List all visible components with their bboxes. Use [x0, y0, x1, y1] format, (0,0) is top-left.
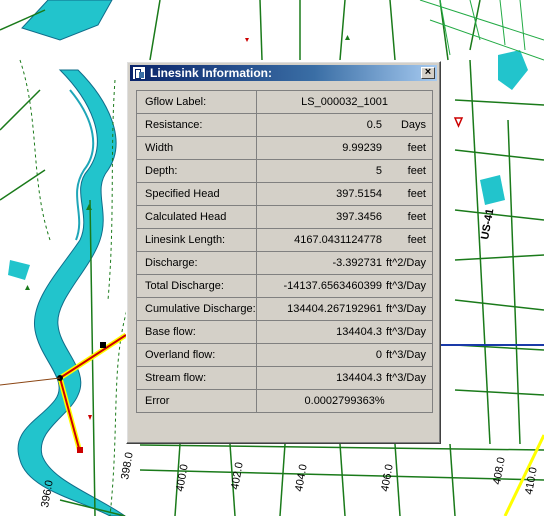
row-unit: feet — [407, 142, 426, 154]
row-value-cell: 397.3456 feet — [256, 205, 433, 229]
brown-line — [0, 377, 61, 386]
row-label: Cumulative Discharge: — [135, 297, 258, 321]
row-label: Error — [135, 389, 258, 413]
row-value-cell: 134404.3 ft^3/Day — [256, 366, 433, 390]
row-label: Gflow Label: — [135, 90, 258, 114]
linesink-vertex-1[interactable] — [100, 342, 106, 348]
row-value-cell: -14137.6563460399 ft^3/Day — [256, 274, 433, 298]
row-value: -14137.6563460399 — [283, 280, 382, 292]
row-unit: feet — [407, 188, 426, 200]
info-row: Gflow Label: LS_000032_1001 — [135, 90, 433, 114]
row-label: Total Discharge: — [135, 274, 258, 298]
row-value-cell: 5 feet — [256, 159, 433, 183]
row-unit: ft^3/Day — [385, 303, 426, 315]
row-value: 397.3456 — [336, 211, 382, 223]
info-row: Linesink Length: 4167.0431124778 feet — [135, 228, 433, 252]
info-row: Error 0.0002799363% — [135, 389, 433, 413]
river-main — [21, 0, 113, 41]
info-row: Resistance: 0.5 Days — [135, 113, 433, 137]
info-row: Width 9.99239 feet — [135, 136, 433, 160]
info-row: Overland flow: 0 ft^3/Day — [135, 343, 433, 367]
info-row: Specified Head 397.5154 feet — [135, 182, 433, 206]
row-label: Calculated Head — [135, 205, 258, 229]
lake-right — [498, 50, 528, 90]
info-row: Depth: 5 feet — [135, 159, 433, 183]
lake-left — [8, 260, 30, 280]
row-value: 134404.267192961 — [287, 303, 382, 315]
info-row: Discharge: -3.392731 ft^2/Day — [135, 251, 433, 275]
row-value: 134404.3 — [336, 326, 382, 338]
row-value: 0.0002799363% — [304, 395, 385, 407]
row-label: Specified Head — [135, 182, 258, 206]
info-row: Total Discharge: -14137.6563460399 ft^3/Da… — [135, 274, 433, 298]
row-unit: Days — [400, 119, 426, 131]
row-label: Stream flow: — [135, 366, 258, 390]
row-value: 9.99239 — [342, 142, 382, 154]
row-value: -3.392731 — [332, 257, 382, 269]
linesink-info-dialog: Linesink Information: × Gflow Label: LS_0… — [126, 61, 441, 444]
row-label: Base flow: — [135, 320, 258, 344]
app-icon — [132, 66, 146, 80]
row-value-cell: LS_000032_1001 — [256, 90, 433, 114]
contour-label: 400.0 — [174, 463, 191, 492]
row-unit: feet — [407, 165, 426, 177]
row-label: Linesink Length: — [135, 228, 258, 252]
info-row: Base flow: 134404.3 ft^3/Day — [135, 320, 433, 344]
row-unit: ft^3/Day — [385, 349, 426, 361]
row-label: Discharge: — [135, 251, 258, 275]
row-unit: ft^3/Day — [385, 280, 426, 292]
dialog-title: Linesink Information: — [150, 66, 273, 80]
row-value-cell: 134404.3 ft^3/Day — [256, 320, 433, 344]
row-value: LS_000032_1001 — [301, 96, 389, 108]
lake-right-2 — [480, 175, 505, 205]
row-unit: feet — [407, 211, 426, 223]
row-unit: ft^2/Day — [385, 257, 426, 269]
contour-label: 398.0 — [119, 451, 136, 480]
row-value-cell: 9.99239 feet — [256, 136, 433, 160]
row-unit: ft^3/Day — [385, 326, 426, 338]
row-value-cell: 0.0002799363% — [256, 389, 433, 413]
town-grid — [419, 0, 544, 61]
row-value: 4167.0431124778 — [294, 234, 382, 246]
close-button[interactable]: × — [421, 67, 435, 79]
info-table: Gflow Label: LS_000032_1001 Resistance: 0.5… — [135, 90, 433, 413]
contour-label: 404.0 — [293, 463, 310, 492]
row-unit: feet — [407, 234, 426, 246]
row-value-cell: 397.5154 feet — [256, 182, 433, 206]
row-value-cell: 0 ft^3/Day — [256, 343, 433, 367]
info-row: Calculated Head 397.3456 feet — [135, 205, 433, 229]
row-value: 0.5 — [366, 119, 382, 131]
row-label: Overland flow: — [135, 343, 258, 367]
row-value-cell: 4167.0431124778 feet — [256, 228, 433, 252]
row-value: 134404.3 — [336, 372, 382, 384]
row-label: Resistance: — [135, 113, 258, 137]
row-label: Width — [135, 136, 258, 160]
row-unit: ft^3/Day — [385, 372, 426, 384]
dialog-titlebar[interactable]: Linesink Information: × — [130, 65, 437, 81]
contour-label: 408.0 — [491, 456, 508, 485]
row-label: Depth: — [135, 159, 258, 183]
linesink-vertex-2[interactable] — [77, 447, 83, 453]
info-row: Stream flow: 134404.3 ft^3/Day — [135, 366, 433, 390]
row-value-cell: 134404.267192961 ft^3/Day — [256, 297, 433, 321]
contour-label: 406.0 — [379, 463, 396, 492]
row-value-cell: 0.5 Days — [256, 113, 433, 137]
row-value-cell: -3.392731 ft^2/Day — [256, 251, 433, 275]
info-row: Cumulative Discharge: 134404.267192961 ft^… — [135, 297, 433, 321]
row-value: 397.5154 — [336, 188, 382, 200]
